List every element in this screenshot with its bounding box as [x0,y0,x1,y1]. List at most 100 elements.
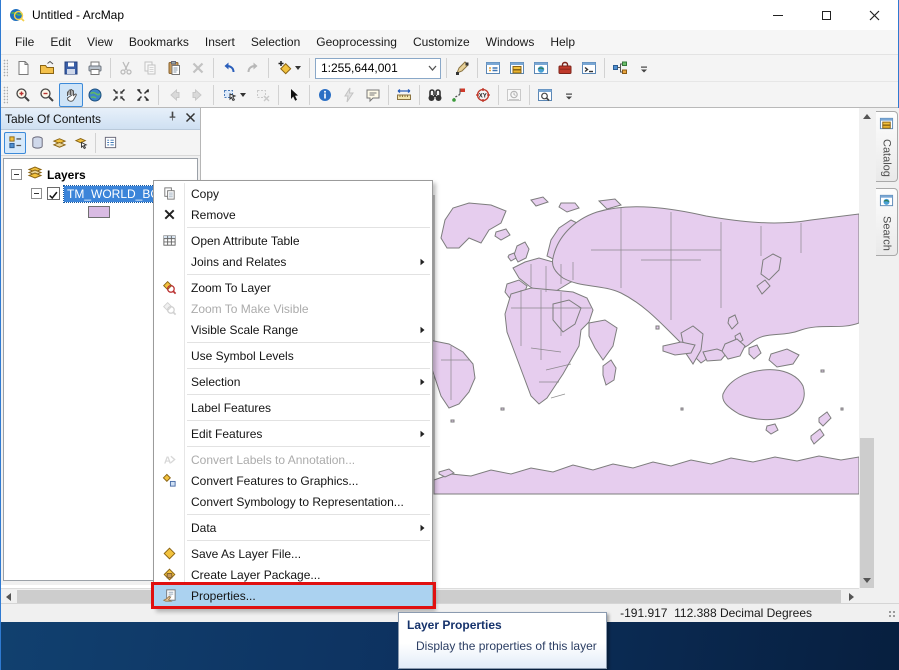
catalog-window-button[interactable] [505,56,529,80]
find-button[interactable] [423,83,447,107]
context-menu-item-save-as-layer-file[interactable]: Save As Layer File... [154,543,432,564]
list-by-source-button[interactable] [26,132,48,154]
time-slider-button[interactable] [502,83,526,107]
context-menu-item-properties[interactable]: Properties... [154,585,432,606]
delete-button[interactable] [186,56,210,80]
menu-customize[interactable]: Customize [405,31,478,53]
context-menu-item-copy[interactable]: Copy [154,183,432,204]
context-menu-item-zoom-to-layer[interactable]: Zoom To Layer [154,277,432,298]
fixed-zoom-out-button[interactable] [131,83,155,107]
context-menu-item-remove[interactable]: Remove [154,204,432,225]
menu-geoprocessing[interactable]: Geoprocessing [308,31,405,53]
dropdown-caret-icon[interactable] [295,66,301,70]
pan-button[interactable] [59,83,83,107]
context-menu-item-open-attribute-table[interactable]: Open Attribute Table [154,230,432,251]
context-menu-item-label-features[interactable]: Label Features [154,397,432,418]
minimize-button[interactable] [754,0,802,30]
close-button[interactable] [850,0,898,30]
hyperlink-button[interactable] [337,83,361,107]
toc-toolbar [1,130,200,156]
menu-edit[interactable]: Edit [42,31,79,53]
scroll-up-arrow[interactable] [859,108,875,124]
toc-close-icon[interactable] [185,110,196,128]
menu-view[interactable]: View [79,31,121,53]
scroll-down-arrow[interactable] [859,572,875,588]
layer-checkbox[interactable] [47,187,60,200]
select-features-button[interactable] [217,83,251,107]
select-elements-button[interactable] [282,83,306,107]
context-menu-item-selection[interactable]: Selection [154,371,432,392]
context-menu-item-visible-scale-range[interactable]: Visible Scale Range [154,319,432,340]
menu-windows[interactable]: Windows [478,31,543,53]
viewer-window-button[interactable] [533,83,557,107]
menu-selection[interactable]: Selection [243,31,308,53]
toc-window-button[interactable] [481,56,505,80]
collapse-icon[interactable] [31,188,42,199]
menu-bookmarks[interactable]: Bookmarks [121,31,197,53]
list-by-drawing-order-button[interactable] [4,132,26,154]
toolbar-options-chevron[interactable] [632,56,656,80]
toc-titlebar[interactable]: Table Of Contents [1,108,200,130]
undo-button[interactable] [217,56,241,80]
zoom-out-button[interactable] [35,83,59,107]
print-button[interactable] [83,56,107,80]
toolbar-grip[interactable] [3,86,8,104]
coordinate-readout: -191.917 112.388 Decimal Degrees [620,606,812,620]
chevron-down-icon[interactable] [424,59,440,78]
zoom-in-button[interactable] [11,83,35,107]
context-menu-item-edit-features[interactable]: Edit Features [154,423,432,444]
clear-selection-button[interactable] [251,83,275,107]
layer-symbol-swatch[interactable] [88,206,110,218]
fixed-zoom-in-button[interactable] [107,83,131,107]
context-menu-item-convert-symbology-to-representation[interactable]: Convert Symbology to Representation... [154,491,432,512]
pin-icon[interactable] [166,110,179,128]
new-document-button[interactable] [11,56,35,80]
map-vertical-scrollbar[interactable] [859,108,875,588]
resize-grip[interactable] [888,610,897,619]
scroll-right-arrow[interactable] [844,589,859,604]
context-menu-item-joins-and-relates[interactable]: Joins and Relates [154,251,432,272]
save-button[interactable] [59,56,83,80]
forward-extent-button[interactable] [186,83,210,107]
find-route-button[interactable] [447,83,471,107]
dropdown-caret-icon[interactable] [240,93,246,97]
redo-button[interactable] [241,56,265,80]
modelbuilder-button[interactable] [608,56,632,80]
context-menu-item-create-layer-package[interactable]: Create Layer Package... [154,564,432,585]
html-popup-button[interactable] [361,83,385,107]
catalog-window-icon [879,116,894,136]
editor-toolbar-button[interactable] [450,56,474,80]
tab-search[interactable]: Search [876,188,898,256]
menu-insert[interactable]: Insert [197,31,243,53]
menu-help[interactable]: Help [542,31,583,53]
menubar: FileEditViewBookmarksInsertSelectionGeop… [1,30,898,55]
submenu-arrow-icon [420,524,425,532]
identify-button[interactable] [313,83,337,107]
search-window-button[interactable] [529,56,553,80]
open-button[interactable] [35,56,59,80]
back-extent-button[interactable] [162,83,186,107]
copy-button[interactable] [138,56,162,80]
list-by-selection-button[interactable] [70,132,92,154]
collapse-icon[interactable] [11,169,22,180]
python-window-button[interactable] [577,56,601,80]
tab-catalog[interactable]: Catalog [876,111,898,182]
list-by-visibility-button[interactable] [48,132,70,154]
maximize-button[interactable] [802,0,850,30]
scroll-left-arrow[interactable] [1,589,16,604]
menu-file[interactable]: File [7,31,42,53]
arctoolbox-button[interactable] [553,56,577,80]
full-extent-button[interactable] [83,83,107,107]
context-menu-item-convert-features-to-graphics[interactable]: Convert Features to Graphics... [154,470,432,491]
scale-combobox[interactable]: 1:255,644,001 [315,58,441,79]
add-data-button[interactable] [272,56,306,80]
toc-options-button[interactable] [99,132,121,154]
measure-button[interactable] [392,83,416,107]
context-menu-item-use-symbol-levels[interactable]: Use Symbol Levels [154,345,432,366]
context-menu-item-data[interactable]: Data [154,517,432,538]
paste-button[interactable] [162,56,186,80]
toolbar-options-chevron[interactable] [557,83,581,107]
cut-button[interactable] [114,56,138,80]
toolbar-grip[interactable] [3,59,8,77]
go-to-xy-button[interactable]: XY [471,83,495,107]
